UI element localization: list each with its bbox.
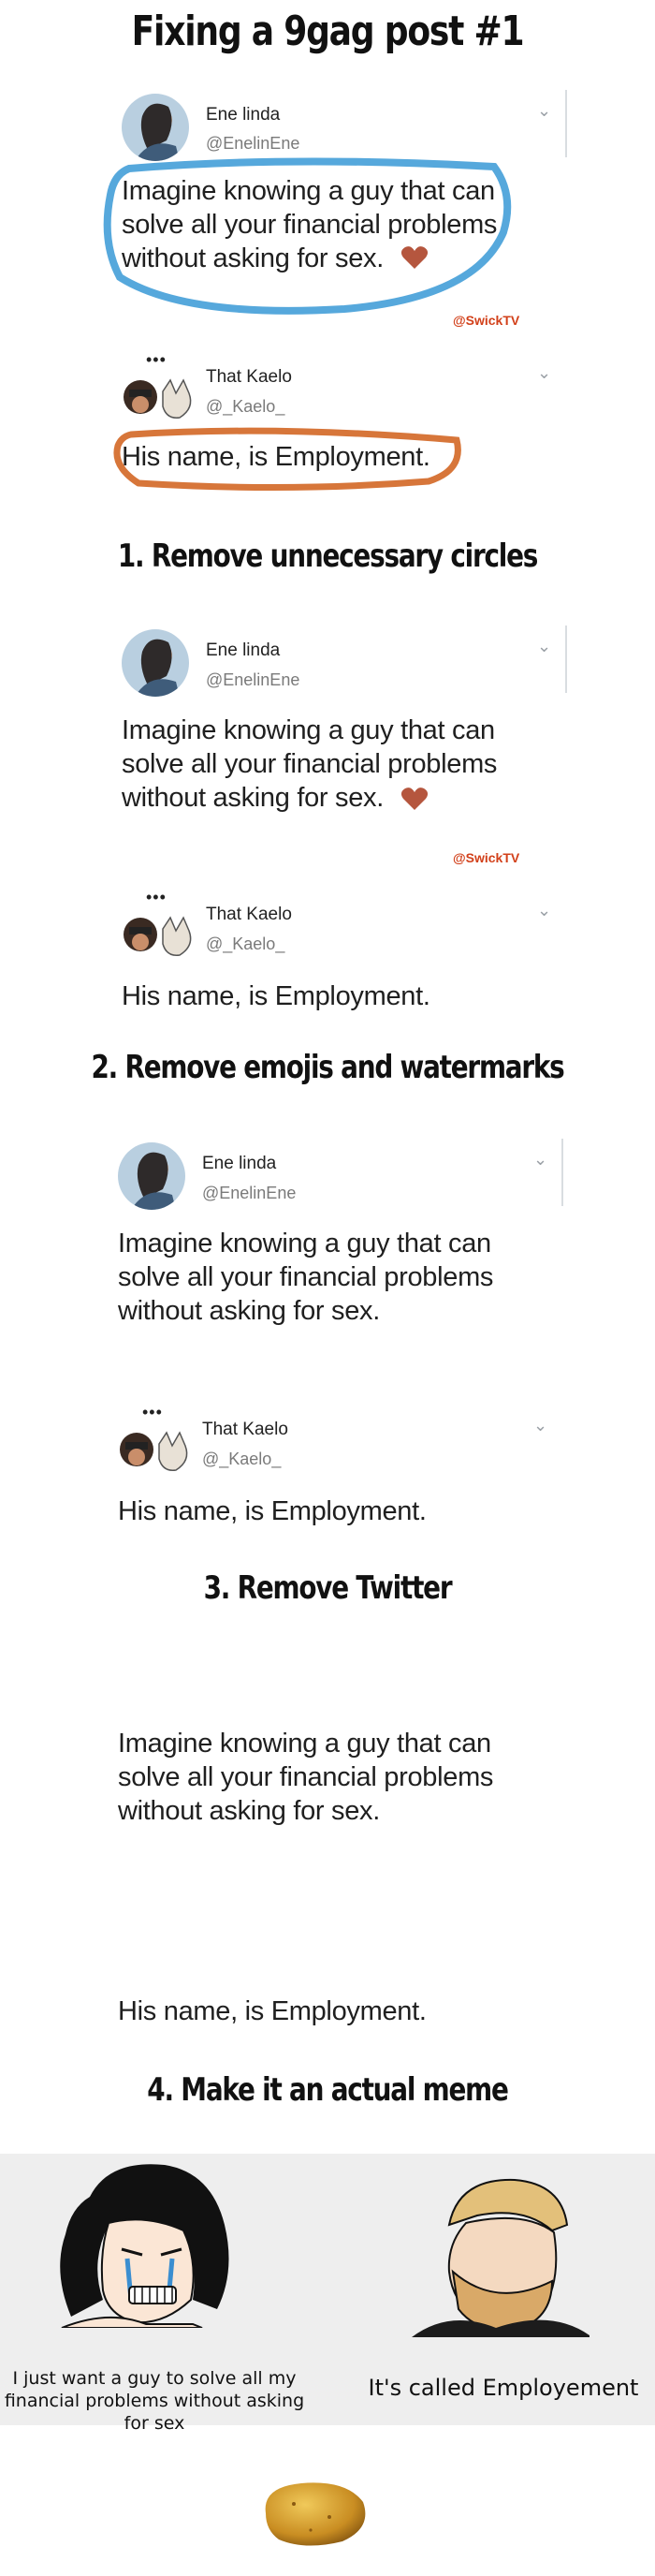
step-heading: 1. Remove unnecessary circles [117,537,539,575]
tweet-line: solve all your financial problems [122,749,498,779]
page-title: Fixing a 9gag post #1 [131,7,525,55]
chad-icon [412,2178,590,2337]
watermark: @SwickTV [453,313,520,328]
heart-icon [400,788,429,810]
kaelo-avatar[interactable] [122,371,200,425]
divider [565,626,567,693]
orange-circle-annotation [113,427,461,492]
meme-panel: I just want a guy to solve all my financ… [0,2154,655,2434]
tweet-text: His name, is Employment. [122,981,430,1011]
tweet-author-name[interactable]: That Kaelo [206,905,292,925]
tweet-text: Imagine knowing a guy that can solve all… [118,1227,493,1328]
tweet-author-name[interactable]: Ene linda [202,1154,276,1174]
tweet-line: without asking for sex. [118,1296,381,1326]
tweet-author-name[interactable]: Ene linda [206,640,280,661]
tweet-line: solve all your financial problems [118,1762,494,1792]
tweet-author-handle[interactable]: @_Kaelo_ [202,1450,281,1469]
caption-line: I just want a guy to solve all my [12,2368,297,2389]
tweet-author-name[interactable]: That Kaelo [202,1420,288,1440]
kaelo-avatar[interactable] [122,908,200,963]
chevron-down-icon[interactable]: ⌄ [533,1416,547,1435]
more-dots-icon: ••• [146,350,167,369]
chevron-down-icon[interactable]: ⌄ [537,363,551,383]
tweet-author-name[interactable]: That Kaelo [206,367,292,388]
more-dots-icon: ••• [146,888,167,906]
step-heading: 2. Remove emojis and watermarks [91,1049,564,1086]
chevron-down-icon[interactable]: ⌄ [533,1150,547,1170]
tweet-author-handle[interactable]: @EnelinEne [206,134,299,154]
tweet-line: without asking for sex. [118,1796,381,1826]
meme-right-caption: It's called Employement [368,2375,639,2401]
divider [561,1139,563,1206]
ene-avatar[interactable] [122,629,189,697]
caption-line: financial problems without asking [4,2391,305,2411]
divider [565,90,567,157]
potato-icon [265,2482,366,2546]
chevron-down-icon[interactable]: ⌄ [537,637,551,656]
tweet-line: Imagine knowing a guy that can [118,1729,491,1759]
wojak-crying-icon [60,2164,229,2328]
tweet-line: Imagine knowing a guy that can [118,1229,491,1259]
tweet-author-handle[interactable]: @EnelinEne [206,670,299,690]
ene-avatar[interactable] [122,94,189,161]
ene-avatar[interactable] [118,1142,185,1210]
tweet-line: without asking for sex. [122,783,385,813]
chevron-down-icon[interactable]: ⌄ [537,901,551,920]
more-dots-icon: ••• [142,1403,163,1421]
tweet-author-handle[interactable]: @EnelinEne [202,1184,296,1203]
tweet-author-handle[interactable]: @_Kaelo_ [206,397,284,417]
blue-circle-annotation [103,157,512,315]
tweet-text: His name, is Employment. [118,1496,427,1526]
watermark: @SwickTV [453,850,520,865]
step-heading: 4. Make it an actual meme [147,2071,509,2109]
caption-line: for sex [124,2413,185,2434]
tweet-line: Imagine knowing a guy that can [122,715,495,745]
tweet-text: His name, is Employment. [118,1996,427,2026]
step-heading: 3. Remove Twitter [203,1569,453,1607]
tweet-text: Imagine knowing a guy that can solve all… [118,1727,493,1828]
tweet-text: Imagine knowing a guy that can solve all… [122,714,497,815]
chevron-down-icon[interactable]: ⌄ [537,101,551,121]
tweet-line: solve all your financial problems [118,1262,494,1292]
meme-left-caption: I just want a guy to solve all my financ… [0,2367,309,2435]
tweet-author-handle[interactable]: @_Kaelo_ [206,935,284,954]
kaelo-avatar[interactable] [118,1423,196,1478]
tweet-author-name[interactable]: Ene linda [206,105,280,125]
